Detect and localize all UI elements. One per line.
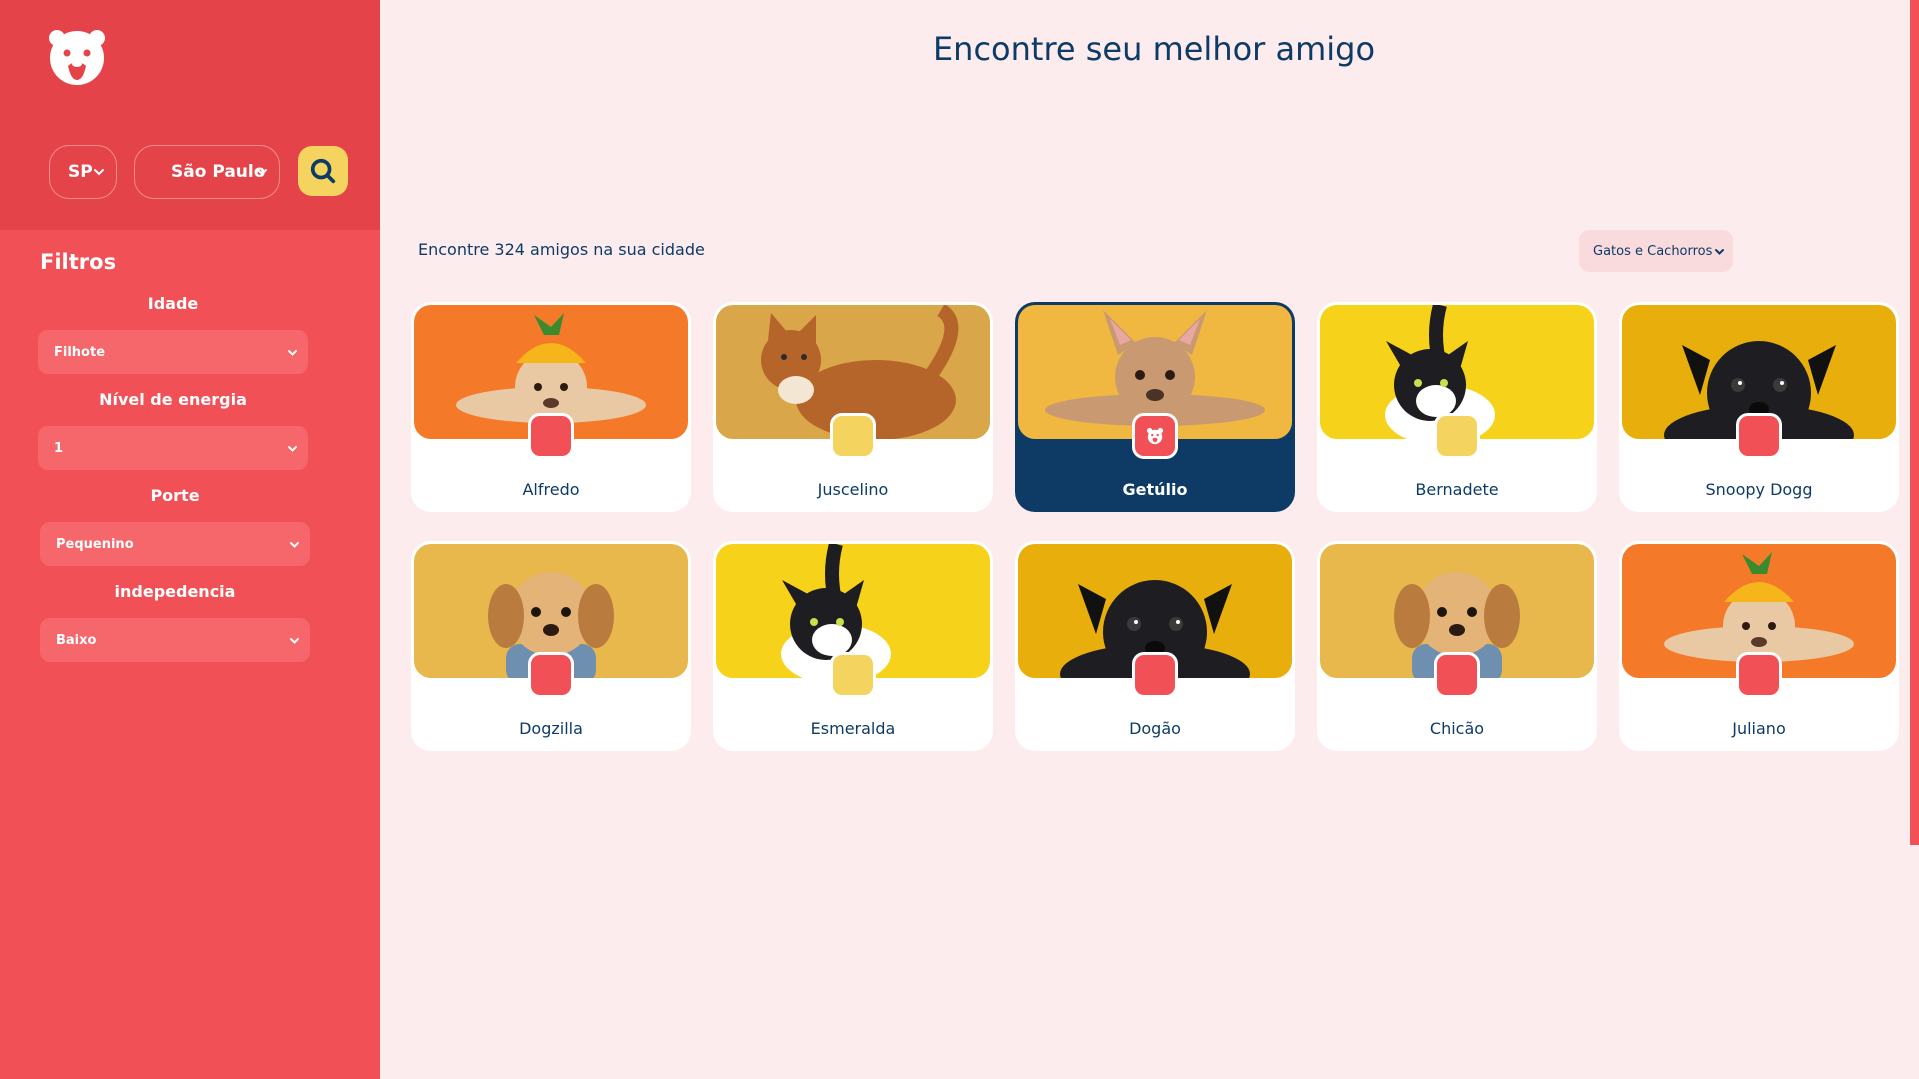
page-title: Encontre seu melhor amigo (932, 30, 1376, 68)
pet-name: Dogzilla (519, 719, 583, 738)
size-select[interactable]: Pequenino (40, 522, 310, 566)
city-select[interactable]: São Paulo (134, 145, 280, 199)
chevron-down-icon (257, 169, 267, 176)
pet-badge (1132, 413, 1178, 459)
filter-label-energy: Nível de energia (99, 390, 247, 409)
pet-card[interactable]: Chicão (1317, 541, 1597, 751)
pet-card[interactable]: Bernadete (1317, 302, 1597, 512)
pet-name: Juscelino (817, 480, 889, 499)
pet-card[interactable]: Alfredo (411, 302, 691, 512)
pet-name: Snoopy Dogg (1705, 480, 1813, 499)
independence-select[interactable]: Baixo (40, 618, 310, 662)
paw-face-icon[interactable] (48, 28, 106, 86)
pet-badge (1132, 652, 1178, 698)
sidebar: SP São Paulo Filtros Idade Filhote Nível… (0, 0, 380, 1079)
animal-type-value: Gatos e Cachorros (1593, 243, 1713, 259)
age-select[interactable]: Filhote (38, 330, 308, 374)
pet-card[interactable]: Juliano (1619, 541, 1899, 751)
pet-name: Dogão (1129, 719, 1181, 738)
pet-name: Bernadete (1415, 480, 1499, 499)
pet-card[interactable]: Dogzilla (411, 541, 691, 751)
search-icon (310, 158, 336, 184)
size-select-value: Pequenino (56, 536, 134, 552)
pet-name: Esmeralda (810, 719, 896, 738)
city-select-value: São Paulo (171, 162, 266, 182)
pet-badge (528, 413, 574, 459)
pet-card[interactable]: Dogão (1015, 541, 1295, 751)
independence-select-value: Baixo (56, 632, 97, 648)
pet-badge (1736, 413, 1782, 459)
pet-name: Juliano (1732, 719, 1786, 738)
chevron-down-icon (290, 638, 299, 644)
results-count: Encontre 324 amigos na sua cidade (418, 240, 705, 259)
filter-label-age: Idade (147, 294, 199, 313)
pet-badge (1434, 652, 1480, 698)
paw-face-icon (1146, 427, 1164, 445)
filters-title: Filtros (40, 250, 117, 274)
pet-badge (1434, 413, 1480, 459)
energy-select-value: 1 (54, 440, 64, 456)
pet-card[interactable]: Snoopy Dogg (1619, 302, 1899, 512)
filter-label-size: Porte (150, 486, 200, 505)
filter-label-independence: indepedencia (114, 582, 236, 601)
chevron-down-icon (290, 542, 299, 548)
search-button[interactable] (298, 146, 348, 196)
pet-name: Chicão (1429, 719, 1485, 738)
energy-select[interactable]: 1 (38, 426, 308, 470)
pet-badge (528, 652, 574, 698)
pet-card[interactable]: Getúlio (1015, 302, 1295, 512)
chevron-down-icon (94, 169, 104, 176)
chevron-down-icon (1715, 249, 1724, 255)
state-select-value: SP (68, 162, 93, 182)
age-select-value: Filhote (54, 344, 106, 360)
right-accent-bar (1910, 0, 1919, 845)
pet-name: Alfredo (522, 480, 580, 499)
pet-card[interactable]: Juscelino (713, 302, 993, 512)
animal-type-select[interactable]: Gatos e Cachorros (1579, 230, 1733, 272)
pet-name: Getúlio (1122, 480, 1188, 499)
chevron-down-icon (288, 446, 297, 452)
pet-badge (830, 652, 876, 698)
state-select[interactable]: SP (49, 145, 117, 199)
pet-card[interactable]: Esmeralda (713, 541, 993, 751)
chevron-down-icon (288, 350, 297, 356)
pet-badge (1736, 652, 1782, 698)
pet-badge (830, 413, 876, 459)
sidebar-header: SP São Paulo (0, 0, 380, 230)
